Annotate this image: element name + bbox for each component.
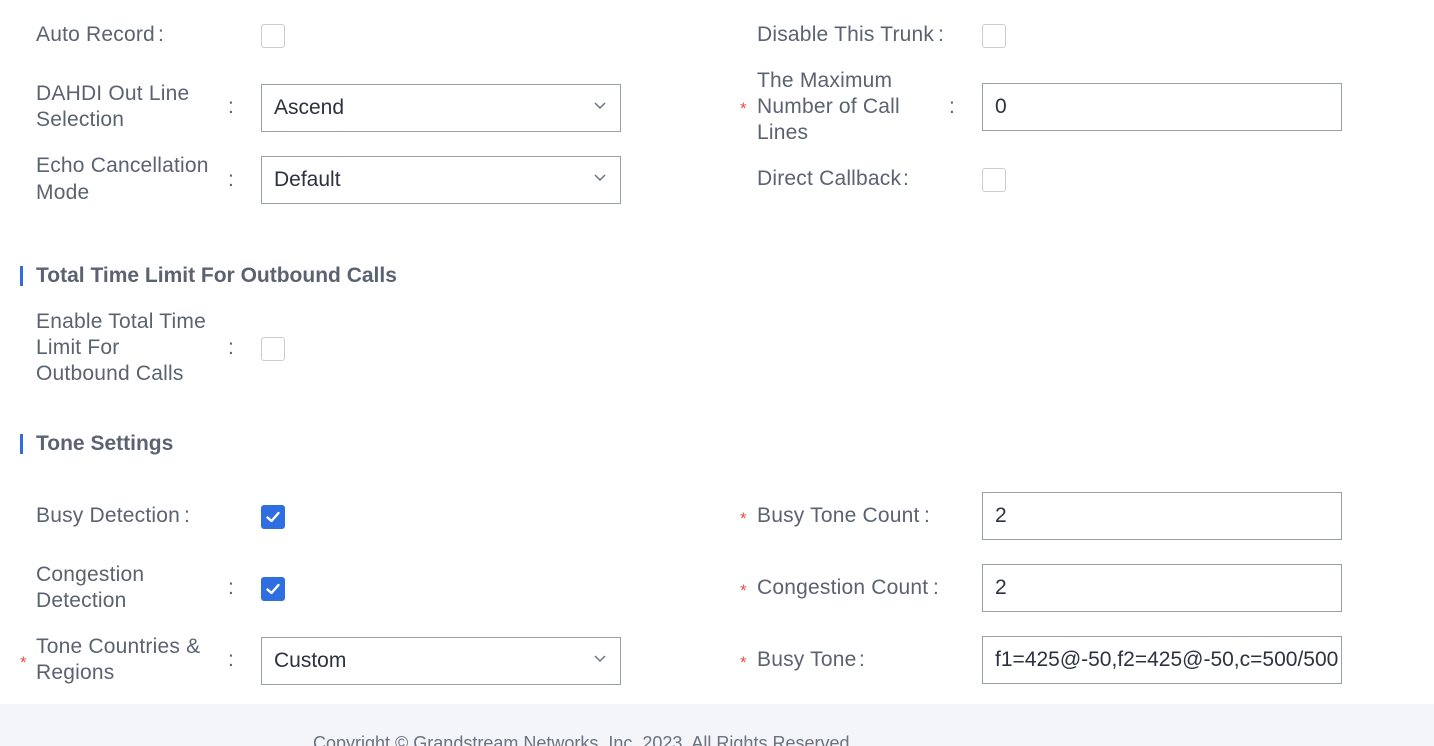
tone-countries-select[interactable]: Custom (261, 637, 621, 685)
tone-countries-label-1: Tone Countries & (36, 635, 201, 658)
busy-tone-value: f1=425@-50,f2=425@-50,c=500/500 (995, 648, 1339, 671)
trunk-settings-page: Auto Record : Disable This Trunk : DAHDI… (0, 0, 1434, 746)
section-title-tone-settings: Tone Settings (36, 432, 174, 455)
checkmark-icon (266, 511, 280, 523)
max-call-lines-input[interactable]: 0 (982, 83, 1342, 131)
max-call-lines-label-2: Number of Call (757, 95, 900, 118)
enable-time-limit-label-3: Outbound Calls (36, 362, 184, 385)
busy-detection-checkbox[interactable] (261, 505, 285, 529)
max-call-lines-value: 0 (995, 95, 1007, 118)
echo-cancel-label-1: Echo Cancellation (36, 154, 209, 177)
tone-countries-value: Custom (274, 649, 347, 672)
congestion-count-input[interactable]: 2 (982, 564, 1342, 612)
enable-time-limit-colon: : (228, 336, 234, 359)
chevron-down-icon (594, 174, 606, 182)
dahdi-out-line-value: Ascend (274, 96, 345, 119)
disable-trunk-label: Disable This Trunk (757, 23, 935, 46)
tone-countries-colon: : (228, 648, 234, 671)
busy-tone-count-value: 2 (995, 504, 1007, 527)
busy-tone-input[interactable]: f1=425@-50,f2=425@-50,c=500/500 (982, 636, 1342, 684)
busy-tone-count-colon: : (924, 504, 930, 527)
busy-detection-label: Busy Detection (36, 504, 181, 527)
max-call-lines-colon: : (949, 95, 955, 118)
direct-callback-colon: : (903, 167, 909, 190)
busy-tone-count-required-mark: * (740, 509, 747, 528)
chevron-down-icon (594, 655, 606, 663)
busy-tone-colon: : (859, 648, 865, 671)
busy-tone-label: Busy Tone (757, 648, 857, 671)
auto-record-colon: : (158, 23, 164, 46)
disable-trunk-colon: : (938, 23, 944, 46)
dahdi-out-line-label-1: DAHDI Out Line (36, 82, 190, 105)
enable-time-limit-checkbox[interactable] (261, 337, 285, 361)
busy-tone-count-input[interactable]: 2 (982, 492, 1342, 540)
congestion-count-required-mark: * (740, 581, 747, 600)
enable-time-limit-label-1: Enable Total Time (36, 310, 206, 333)
busy-detection-colon: : (184, 504, 190, 527)
congestion-detection-label-2: Detection (36, 589, 127, 612)
congestion-detection-checkbox[interactable] (261, 577, 285, 601)
footer: Copyright © Grandstream Networks, Inc. 2… (0, 704, 1434, 746)
echo-cancel-colon: : (228, 168, 234, 191)
copyright-text: Copyright © Grandstream Networks, Inc. 2… (313, 733, 855, 746)
max-call-lines-label-1: The Maximum (757, 69, 893, 92)
congestion-detection-label-1: Congestion (36, 563, 145, 586)
echo-cancel-value: Default (274, 168, 341, 191)
direct-callback-checkbox[interactable] (982, 168, 1006, 192)
section-title-time-limit: Total Time Limit For Outbound Calls (36, 264, 397, 287)
auto-record-label: Auto Record (36, 23, 155, 46)
tone-countries-required-mark: * (20, 653, 27, 672)
congestion-count-value: 2 (995, 576, 1007, 599)
dahdi-out-line-select[interactable]: Ascend (261, 84, 621, 132)
congestion-count-colon: : (933, 576, 939, 599)
enable-time-limit-label-2: Limit For (36, 336, 120, 359)
disable-trunk-checkbox[interactable] (982, 24, 1006, 48)
auto-record-checkbox[interactable] (261, 24, 285, 48)
tone-countries-label-2: Regions (36, 661, 115, 684)
section-marker (20, 434, 23, 454)
checkmark-icon (266, 583, 280, 595)
echo-cancel-label-2: Mode (36, 181, 90, 204)
congestion-count-label: Congestion Count (757, 576, 929, 599)
dahdi-out-line-colon: : (228, 95, 234, 118)
max-call-lines-label-3: Lines (757, 121, 809, 144)
max-call-lines-required-mark: * (740, 99, 747, 118)
direct-callback-label: Direct Callback (757, 167, 902, 190)
section-marker (20, 266, 23, 286)
chevron-down-icon (594, 102, 606, 110)
dahdi-out-line-label-2: Selection (36, 108, 125, 131)
congestion-detection-colon: : (228, 576, 234, 599)
busy-tone-required-mark: * (740, 653, 747, 672)
busy-tone-count-label: Busy Tone Count (757, 504, 920, 527)
echo-cancel-select[interactable]: Default (261, 156, 621, 204)
